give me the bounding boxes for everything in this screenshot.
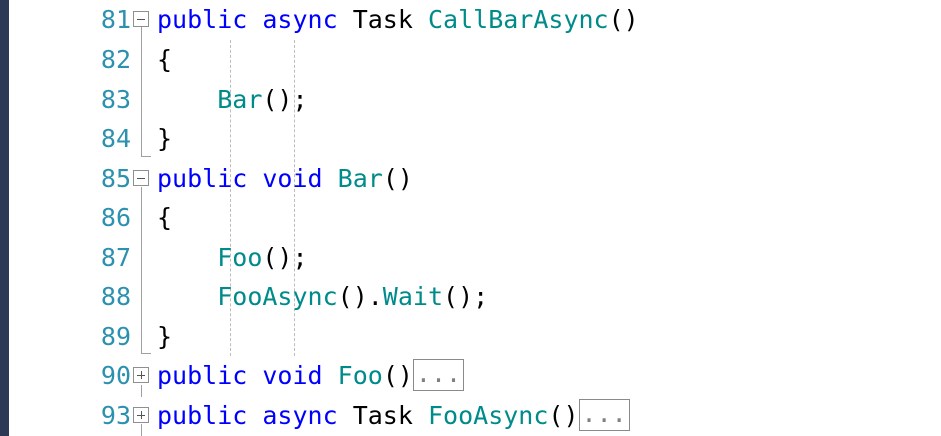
code-token: () [548,401,579,430]
code-token: () [382,361,413,390]
line-number: 85 [100,164,131,193]
code-token: (); [262,243,308,272]
keyword-token: void [262,164,323,193]
code-text: { [157,40,172,80]
code-text: } [157,119,172,159]
code-token: { [157,203,173,232]
line-number: 89 [100,322,131,351]
code-token: } [157,124,173,153]
keyword-token: public [157,401,248,430]
method-token: Bar [337,164,383,193]
code-token: } [157,322,173,351]
code-editor[interactable]: 81 public async Task CallBarAsync() 82{83 … [9,0,941,436]
code-line[interactable]: 90 public void Foo()... [9,356,941,396]
code-token: Task [352,401,413,430]
method-token: FooAsync [217,282,338,311]
method-token: Foo [217,243,263,272]
line-number: 86 [100,203,131,232]
line-number: 81 [100,5,131,34]
line-number: 87 [100,243,131,272]
code-text: public void Foo()... [157,356,465,396]
method-token: FooAsync [427,401,549,430]
keyword-token: async [262,5,338,34]
code-text: } [157,317,172,357]
code-text: Foo(); [157,238,308,278]
code-text: public async Task CallBarAsync() [157,0,639,40]
line-number: 93 [100,401,131,430]
code-token: (); [262,85,308,114]
code-token: { [157,45,173,74]
code-line[interactable]: 88 FooAsync().Wait(); [9,277,941,317]
line-number: 83 [100,85,131,114]
code-token: () [382,164,413,193]
code-text: public void Bar() [157,159,413,199]
code-token: (). [337,282,383,311]
method-token: Foo [337,361,383,390]
code-line[interactable]: 82 { [9,40,941,80]
code-text: { [157,198,172,238]
code-line[interactable]: 81 public async Task CallBarAsync() [9,0,941,40]
collapsed-block-indicator[interactable]: ... [578,399,630,431]
collapse-icon[interactable] [133,11,149,27]
keyword-token: async [262,401,338,430]
collapse-icon[interactable] [133,170,149,186]
collapsed-block-indicator[interactable]: ... [412,359,465,391]
code-text: Bar(); [157,80,308,120]
method-token: CallBarAsync [427,5,609,34]
keyword-token: public [157,361,248,390]
method-token: Bar [217,85,263,114]
line-number: 82 [100,45,131,74]
keyword-token: void [262,361,323,390]
code-token: (); [443,282,489,311]
code-text: public async Task FooAsync()... [157,396,630,436]
code-token: () [608,5,639,34]
code-line[interactable]: 84} [9,119,941,159]
keyword-token: public [157,5,248,34]
expand-icon[interactable] [133,407,149,423]
method-token: Wait [382,282,444,311]
line-number: 84 [100,124,131,153]
code-line[interactable]: 83 Bar(); [9,80,941,120]
code-line[interactable]: 85 public void Bar() [9,159,941,199]
keyword-token: public [157,164,248,193]
line-number: 90 [100,361,131,390]
code-token: Task [352,5,413,34]
code-line[interactable]: 86 { [9,198,941,238]
code-line[interactable]: 89} [9,317,941,357]
expand-icon[interactable] [133,367,149,383]
line-number: 88 [100,282,131,311]
code-text: FooAsync().Wait(); [157,277,488,317]
code-line[interactable]: 87 Foo(); [9,238,941,278]
editor-margin-strip [0,0,9,436]
code-line[interactable]: 93 public async Task FooAsync()... [9,396,941,436]
